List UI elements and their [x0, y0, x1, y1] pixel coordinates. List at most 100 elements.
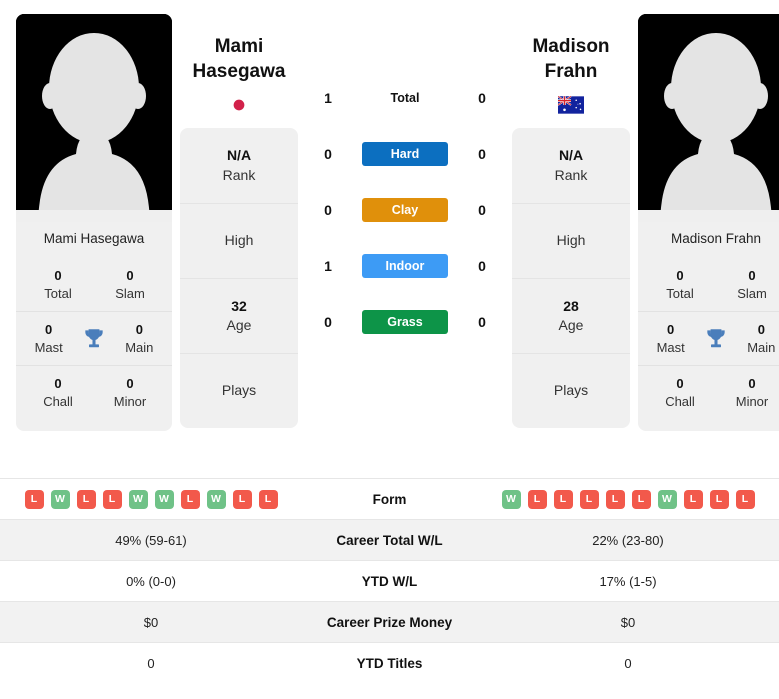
left-info-age-value: 32	[231, 297, 247, 314]
left-info-high: High	[180, 203, 298, 278]
form-badge-l: L	[76, 489, 96, 509]
right-career-prize: $0	[477, 601, 779, 643]
form-badge-l: L	[232, 489, 252, 509]
left-titles-card: 0 Total 0 Slam 0 Mast 0 Main 0 Chall 0 M…	[16, 256, 172, 432]
right-ytd-wl: 17% (1-5)	[477, 560, 779, 602]
left-career-wl: 49% (59-61)	[0, 519, 302, 561]
right-titles-slam-label: Slam	[737, 285, 767, 301]
right-form-badges: WLLLLLWLLL	[477, 489, 779, 509]
right-player-avatar-name: Madison Frahn	[638, 222, 779, 256]
row-label-form: Form	[302, 478, 477, 520]
right-titles-total: 0 Total	[657, 267, 703, 302]
right-player-info-column: Madison Frahn N/A Rank High 28 Age Plays	[512, 14, 630, 429]
left-titles-main: 0 Main	[116, 321, 162, 356]
left-titles-row-mast-main: 0 Mast 0 Main	[16, 311, 172, 365]
left-titles-mast: 0 Mast	[26, 321, 72, 356]
left-ytd-titles: 0	[0, 642, 302, 684]
table-row-career-prize-money: $0 Career Prize Money $0	[0, 601, 779, 643]
left-titles-row-chall-minor: 0 Chall 0 Minor	[16, 365, 172, 419]
form-badge-l: L	[735, 489, 755, 509]
right-titles-minor: 0 Minor	[729, 375, 775, 410]
player-comparison-page: Mami Hasegawa 0 Total 0 Slam 0 Mast 0 Ma…	[0, 0, 779, 699]
left-titles-total-label: Total	[44, 285, 72, 301]
comparison-header: Mami Hasegawa 0 Total 0 Slam 0 Mast 0 Ma…	[0, 0, 779, 470]
h2h-row-total: 1 Total 0	[306, 70, 504, 126]
form-badge-w: W	[154, 489, 174, 509]
left-info-rank-label: Rank	[222, 166, 256, 183]
right-titles-chall-value: 0	[676, 376, 684, 392]
form-badge-l: L	[631, 489, 651, 509]
right-titles-main-value: 0	[757, 322, 765, 338]
australia-flag-icon	[558, 96, 584, 114]
right-titles-row-total-slam: 0 Total 0 Slam	[638, 258, 779, 311]
left-info-plays: Plays	[180, 353, 298, 428]
right-info-plays-label: Plays	[553, 382, 589, 399]
right-player-heading: Madison Frahn	[512, 14, 630, 114]
h2h-grass-right-score: 0	[478, 314, 486, 330]
left-titles-chall-value: 0	[54, 376, 62, 392]
form-badge-l: L	[527, 489, 547, 509]
left-titles-main-value: 0	[135, 322, 143, 338]
left-titles-row-total-slam: 0 Total 0 Slam	[16, 258, 172, 311]
row-label-career-total-wl: Career Total W/L	[302, 519, 477, 561]
right-titles-main: 0 Main	[738, 321, 779, 356]
right-player-avatar	[638, 14, 779, 222]
form-badge-l: L	[258, 489, 278, 509]
left-info-age-label: Age	[226, 317, 252, 334]
right-titles-chall: 0 Chall	[657, 375, 703, 410]
h2h-clay-right-score: 0	[478, 202, 486, 218]
left-titles-chall-label: Chall	[43, 393, 73, 409]
left-titles-slam-label: Slam	[115, 285, 145, 301]
row-label-ytd-titles: YTD Titles	[302, 642, 477, 684]
head-to-head-surfaces: 1 Total 0 0 Hard 0 0 Clay 0 1 Indoor 0 0	[306, 14, 504, 350]
right-player-card: Madison Frahn 0 Total 0 Slam 0 Mast 0 Ma…	[638, 14, 779, 432]
comparison-stats-table: LWLLWWLWLL Form WLLLLLWLLL 49% (59-61) C…	[0, 478, 779, 684]
left-info-rank: N/A Rank	[180, 128, 298, 203]
left-player-avatar	[16, 14, 172, 222]
h2h-grass-left-score: 0	[324, 314, 332, 330]
left-form-cell: LWLLWWLWLL	[0, 478, 302, 520]
table-row-form: LWLLWWLWLL Form WLLLLLWLLL	[0, 478, 779, 520]
right-info-age-label: Age	[558, 317, 584, 334]
japan-flag-icon	[226, 96, 252, 114]
right-titles-main-label: Main	[747, 339, 776, 355]
h2h-indoor-right-score: 0	[478, 258, 486, 274]
form-badge-l: L	[579, 489, 599, 509]
h2h-row-grass: 0 Grass 0	[306, 294, 504, 350]
row-label-ytd-wl: YTD W/L	[302, 560, 477, 602]
right-career-wl: 22% (23-80)	[477, 519, 779, 561]
right-titles-chall-label: Chall	[665, 393, 695, 409]
right-info-high: High	[512, 203, 630, 278]
right-titles-minor-label: Minor	[735, 393, 769, 409]
form-badge-l: L	[683, 489, 703, 509]
right-titles-row-chall-minor: 0 Chall 0 Minor	[638, 365, 779, 419]
left-player-info-card: N/A Rank High 32 Age Plays	[180, 128, 298, 429]
h2h-hard-label[interactable]: Hard	[362, 142, 448, 166]
form-badge-w: W	[128, 489, 148, 509]
right-titles-total-label: Total	[666, 285, 694, 301]
left-ytd-wl: 0% (0-0)	[0, 560, 302, 602]
h2h-total-left-score: 1	[324, 90, 332, 106]
left-info-age: 32 Age	[180, 278, 298, 353]
right-titles-mast-value: 0	[667, 322, 675, 338]
form-badge-l: L	[180, 489, 200, 509]
right-info-rank-label: Rank	[554, 166, 588, 183]
form-badge-w: W	[657, 489, 677, 509]
table-row-ytd-wl: 0% (0-0) YTD W/L 17% (1-5)	[0, 560, 779, 602]
right-titles-card: 0 Total 0 Slam 0 Mast 0 Main 0 Chall 0 M…	[638, 256, 779, 432]
form-badge-l: L	[709, 489, 729, 509]
right-titles-minor-value: 0	[748, 376, 756, 392]
h2h-indoor-label[interactable]: Indoor	[362, 254, 448, 278]
h2h-clay-label[interactable]: Clay	[362, 198, 448, 222]
h2h-hard-left-score: 0	[324, 146, 332, 162]
left-titles-slam-value: 0	[126, 268, 134, 283]
right-player-name: Madison Frahn	[532, 36, 610, 83]
h2h-grass-label[interactable]: Grass	[362, 310, 448, 334]
row-label-career-prize-money: Career Prize Money	[302, 601, 477, 643]
form-badge-l: L	[24, 489, 44, 509]
right-titles-mast-label: Mast	[656, 339, 685, 355]
form-badge-l: L	[605, 489, 625, 509]
left-titles-mast-label: Mast	[34, 339, 63, 355]
left-titles-main-label: Main	[125, 339, 154, 355]
h2h-total-label: Total	[390, 91, 420, 105]
